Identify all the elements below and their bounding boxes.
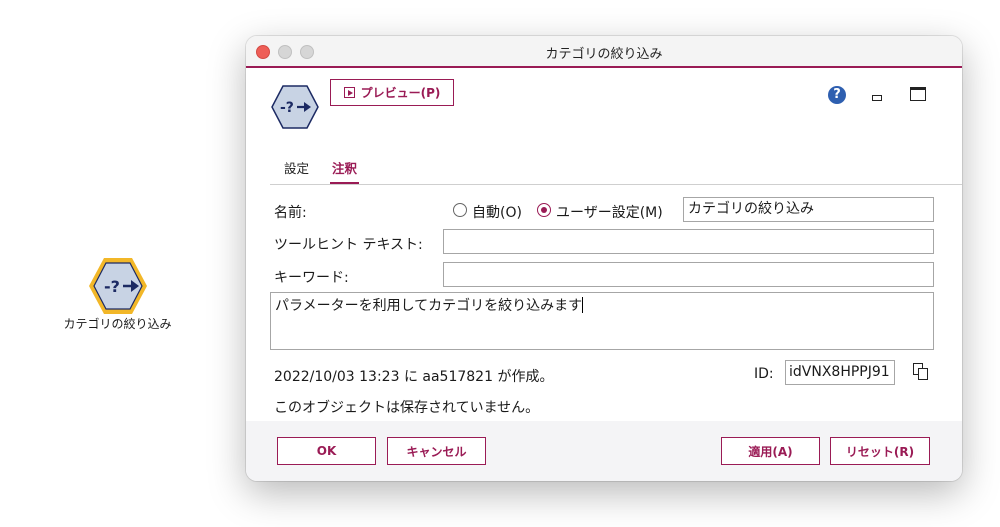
title-bar[interactable]: カテゴリの絞り込み	[246, 36, 962, 68]
annotation-text: パラメーターを利用してカテゴリを絞り込みます	[275, 298, 583, 314]
maximize-icon[interactable]	[910, 87, 926, 101]
canvas-node-filter-categories[interactable]: -? カテゴリの絞り込み	[55, 255, 180, 332]
unsaved-status: このオブジェクトは保存されていません。	[274, 400, 540, 416]
name-input[interactable]: カテゴリの絞り込み	[683, 197, 934, 222]
name-label: 名前:	[274, 205, 307, 221]
text-caret	[582, 297, 584, 313]
tab-bar: 設定 注釈	[270, 152, 962, 185]
minimize-icon[interactable]	[872, 95, 882, 101]
preview-button-label: プレビュー(P)	[360, 86, 441, 100]
tab-settings[interactable]: 設定	[284, 158, 309, 184]
node-type-icon: -?	[270, 84, 320, 130]
filter-node-icon[interactable]: -?	[87, 255, 149, 317]
tooltip-input[interactable]	[443, 229, 934, 254]
radio-auto-label[interactable]: 自動(O)	[472, 202, 522, 222]
created-info: 2022/10/03 13:23 に aa517821 が作成。	[274, 369, 554, 385]
copy-icon[interactable]	[913, 363, 929, 381]
annotation-textarea[interactable]: パラメーターを利用してカテゴリを絞り込みます	[270, 292, 934, 350]
ok-button[interactable]: OK	[277, 437, 376, 465]
canvas-node-label: カテゴリの絞り込み	[63, 317, 172, 331]
keyword-label: キーワード:	[274, 270, 349, 286]
filter-categories-dialog: カテゴリの絞り込み -? プレビュー(P) ? 設定 注釈 名前: 自動(O) …	[246, 36, 962, 481]
help-icon[interactable]: ?	[828, 86, 846, 104]
radio-auto[interactable]	[453, 203, 467, 217]
apply-button[interactable]: 適用(A)	[721, 437, 820, 465]
cancel-button[interactable]: キャンセル	[387, 437, 486, 465]
play-icon	[343, 87, 355, 98]
svg-text:-?: -?	[104, 277, 120, 296]
keyword-input[interactable]	[443, 262, 934, 287]
preview-button[interactable]: プレビュー(P)	[330, 79, 454, 106]
reset-button[interactable]: リセット(R)	[830, 437, 930, 465]
svg-text:-?: -?	[280, 100, 294, 116]
radio-custom-label[interactable]: ユーザー設定(M)	[556, 202, 663, 222]
window-title: カテゴリの絞り込み	[545, 47, 663, 62]
tab-annotations[interactable]: 注釈	[330, 158, 360, 184]
tooltip-label: ツールヒント テキスト:	[274, 237, 423, 253]
id-field[interactable]: idVNX8HPPJ91	[785, 360, 895, 385]
radio-custom[interactable]	[537, 203, 551, 217]
id-label: ID:	[754, 366, 774, 382]
